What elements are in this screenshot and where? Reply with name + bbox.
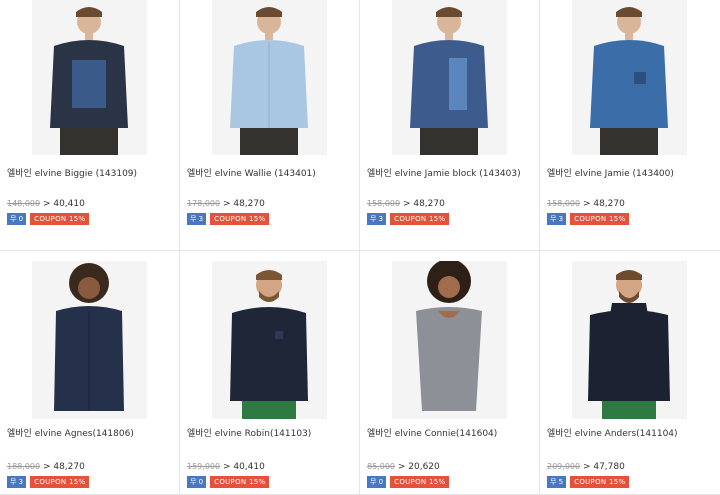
shipping-badge: 무 0 <box>7 213 27 225</box>
sale-price: 40,410 <box>233 462 265 472</box>
sale-price: 48,270 <box>413 199 445 209</box>
product-price: 188,000 > 48,270 <box>7 462 85 472</box>
product-title[interactable]: 엘바인 elvine Agnes(141806) <box>7 426 134 439</box>
product-price: 159,000 > 40,410 <box>187 462 265 472</box>
product-price: 158,000 > 48,270 <box>547 199 625 209</box>
coupon-badge[interactable]: COUPON 15% <box>30 213 90 225</box>
original-price: 188,000 <box>7 462 41 471</box>
model-photo <box>212 261 327 419</box>
product-image[interactable] <box>212 0 327 155</box>
product-card[interactable]: 엘바인 elvine Robin(141103) 159,000 > 40,41… <box>180 251 360 495</box>
model-photo <box>32 261 147 419</box>
product-grid: 엘바인 elvine Biggie (143109) 148,000 > 40,… <box>0 0 720 495</box>
product-title[interactable]: 엘바인 elvine Anders(141104) <box>547 426 678 439</box>
sale-price: 48,270 <box>593 199 625 209</box>
shipping-badge: 무 3 <box>547 213 567 225</box>
product-card[interactable]: 엘바인 elvine Wallie (143401) 178,000 > 48,… <box>180 0 360 251</box>
product-card[interactable]: 엘바인 elvine Biggie (143109) 148,000 > 40,… <box>0 0 180 251</box>
coupon-badge[interactable]: COUPON 15% <box>210 213 270 225</box>
shipping-badge: 무 3 <box>7 476 27 488</box>
product-image[interactable] <box>392 261 507 419</box>
sale-price: 47,780 <box>593 462 625 472</box>
model-photo <box>572 261 687 419</box>
product-image[interactable] <box>32 0 147 155</box>
shipping-badge: 무 3 <box>187 213 207 225</box>
coupon-badge[interactable]: COUPON 15% <box>570 476 630 488</box>
product-price: 148,000 > 40,410 <box>7 199 85 209</box>
product-title[interactable]: 엘바인 elvine Robin(141103) <box>187 426 311 439</box>
coupon-badge[interactable]: COUPON 15% <box>210 476 270 488</box>
product-title[interactable]: 엘바인 elvine Wallie (143401) <box>187 166 316 179</box>
product-image[interactable] <box>572 0 687 155</box>
shipping-badge: 무 0 <box>187 476 207 488</box>
model-photo <box>392 261 507 419</box>
product-title[interactable]: 엘바인 elvine Jamie block (143403) <box>367 166 521 179</box>
product-card[interactable]: 엘바인 elvine Connie(141604) 85,000 > 20,62… <box>360 251 540 495</box>
sale-price: 40,410 <box>53 199 85 209</box>
product-price: 158,000 > 48,270 <box>367 199 445 209</box>
product-price: 85,000 > 20,620 <box>367 462 440 472</box>
product-card[interactable]: 엘바인 elvine Agnes(141806) 188,000 > 48,27… <box>0 251 180 495</box>
sale-price: 48,270 <box>53 462 85 472</box>
product-title[interactable]: 엘바인 elvine Jamie (143400) <box>547 166 674 179</box>
original-price: 85,000 <box>367 462 395 471</box>
shipping-badge: 무 0 <box>367 476 387 488</box>
product-card[interactable]: 엘바인 elvine Jamie block (143403) 158,000 … <box>360 0 540 251</box>
model-photo <box>392 0 507 155</box>
original-price: 148,000 <box>7 199 41 208</box>
original-price: 178,000 <box>187 199 221 208</box>
coupon-badge[interactable]: COUPON 15% <box>390 476 450 488</box>
product-card[interactable]: 엘바인 elvine Anders(141104) 209,000 > 47,7… <box>540 251 720 495</box>
model-photo <box>32 0 147 155</box>
coupon-badge[interactable]: COUPON 15% <box>570 213 630 225</box>
product-image[interactable] <box>392 0 507 155</box>
model-photo <box>572 0 687 155</box>
product-title[interactable]: 엘바인 elvine Connie(141604) <box>367 426 497 439</box>
sale-price: 48,270 <box>233 199 265 209</box>
product-image[interactable] <box>32 261 147 419</box>
product-image[interactable] <box>572 261 687 419</box>
original-price: 209,000 <box>547 462 581 471</box>
coupon-badge[interactable]: COUPON 15% <box>390 213 450 225</box>
original-price: 158,000 <box>547 199 581 208</box>
shipping-badge: 무 3 <box>367 213 387 225</box>
product-title[interactable]: 엘바인 elvine Biggie (143109) <box>7 166 137 179</box>
product-image[interactable] <box>212 261 327 419</box>
sale-price: 20,620 <box>408 462 440 472</box>
original-price: 158,000 <box>367 199 401 208</box>
original-price: 159,000 <box>187 462 221 471</box>
product-price: 178,000 > 48,270 <box>187 199 265 209</box>
coupon-badge[interactable]: COUPON 15% <box>30 476 90 488</box>
product-card[interactable]: 엘바인 elvine Jamie (143400) 158,000 > 48,2… <box>540 0 720 251</box>
shipping-badge: 무 5 <box>547 476 567 488</box>
product-price: 209,000 > 47,780 <box>547 462 625 472</box>
model-photo <box>212 0 327 155</box>
